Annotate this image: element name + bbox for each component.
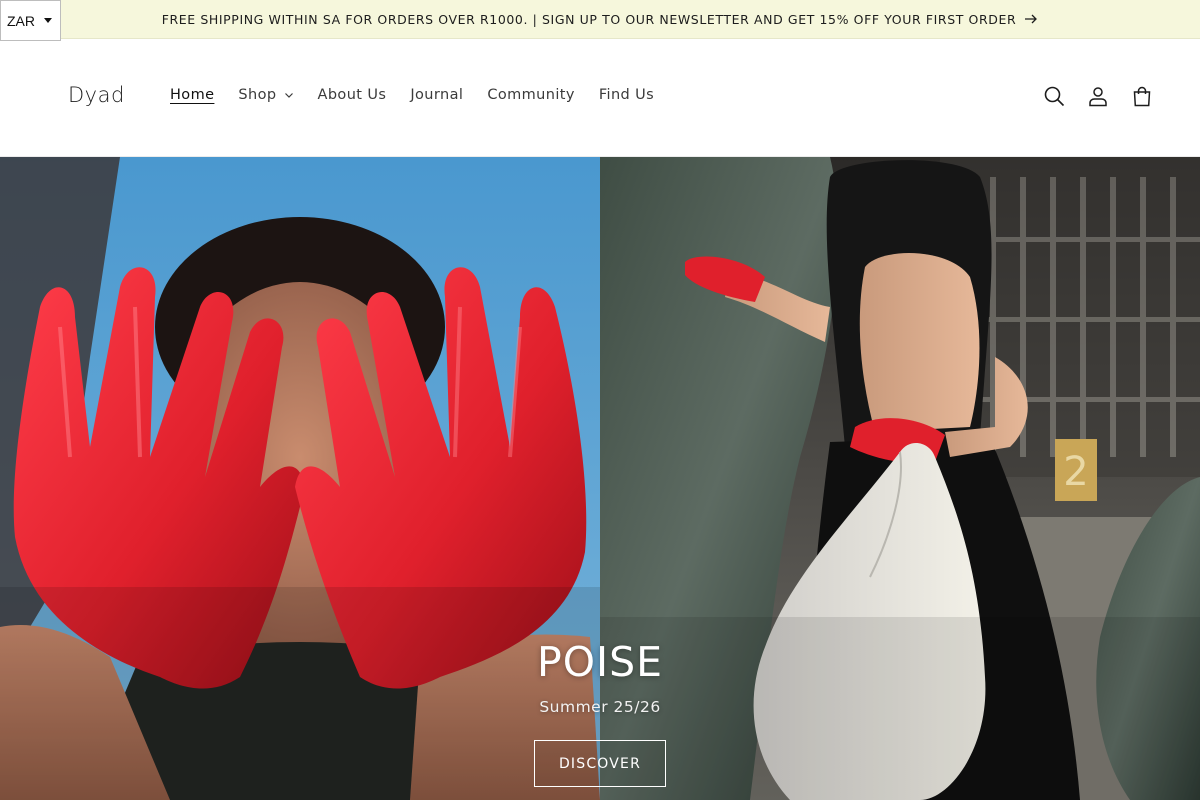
announcement-text: FREE SHIPPING WITHIN SA FOR ORDERS OVER … — [161, 11, 1017, 27]
woman-bag-photo: 2 — [600, 157, 1200, 800]
svg-text:2: 2 — [1063, 449, 1088, 495]
nav-item-community[interactable]: Community — [487, 87, 575, 103]
site-header: Dyad Home Shop About Us Journal Communit… — [0, 39, 1200, 157]
cart-icon — [1133, 86, 1151, 107]
hero-banner: 2 POISE Summer 25/26 DISCOVER — [0, 157, 1200, 800]
search-button[interactable] — [1042, 84, 1066, 108]
nav-item-journal[interactable]: Journal — [410, 87, 463, 103]
main-nav: Home Shop About Us Journal Community Fin… — [170, 87, 678, 103]
arrow-right-icon — [1025, 14, 1038, 24]
nav-item-label: Shop — [238, 87, 277, 103]
caret-down-icon — [44, 18, 52, 23]
hero-image-left — [0, 157, 600, 800]
hero-image-right: 2 — [600, 157, 1200, 800]
red-gloves-photo — [0, 157, 600, 800]
account-icon — [1089, 87, 1107, 107]
nav-item-find-us[interactable]: Find Us — [599, 87, 654, 103]
nav-item-label: Find Us — [598, 87, 655, 103]
discover-button[interactable]: DISCOVER — [534, 740, 666, 787]
nav-item-label: Home — [170, 87, 215, 103]
announcement-bar[interactable]: FREE SHIPPING WITHIN SA FOR ORDERS OVER … — [0, 0, 1200, 39]
nav-item-about-us[interactable]: About Us — [318, 87, 387, 103]
header-icons — [1042, 84, 1154, 108]
account-button[interactable] — [1086, 84, 1110, 108]
nav-item-home[interactable]: Home — [170, 87, 214, 103]
currency-value: ZAR — [7, 12, 35, 29]
nav-item-shop[interactable]: Shop — [238, 87, 293, 103]
nav-item-label: Community — [487, 87, 575, 103]
nav-item-label: About Us — [317, 87, 387, 103]
nav-item-label: Journal — [410, 87, 464, 103]
chevron-down-icon — [284, 93, 293, 98]
cart-button[interactable] — [1130, 84, 1154, 108]
announcement-link[interactable]: FREE SHIPPING WITHIN SA FOR ORDERS OVER … — [162, 12, 1039, 27]
site-logo[interactable]: Dyad — [68, 83, 125, 107]
currency-selector[interactable]: ZAR — [0, 0, 61, 41]
search-icon — [1044, 86, 1065, 107]
